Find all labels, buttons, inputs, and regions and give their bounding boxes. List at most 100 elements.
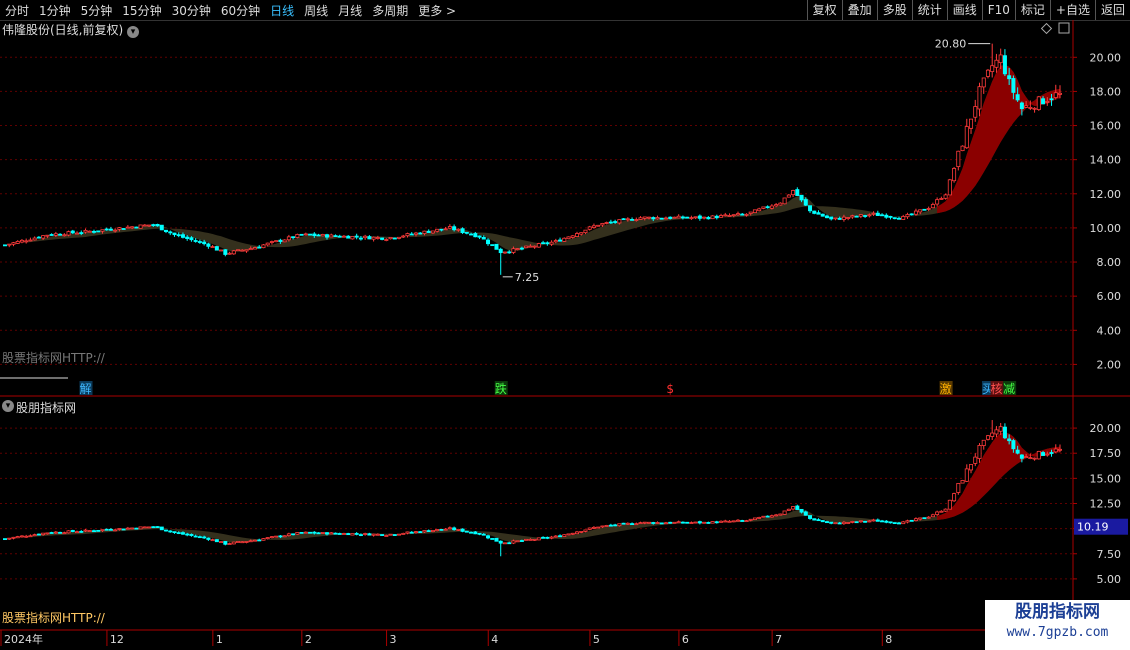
period-tab[interactable]: 更多 >	[413, 2, 461, 19]
pane2-candle-body	[358, 534, 363, 537]
pane2-candle-body	[79, 530, 84, 533]
period-tab[interactable]: 5分钟	[76, 2, 118, 19]
pane1-candle-body	[244, 249, 249, 252]
pane2-candle-body	[75, 531, 80, 534]
pane2-candle-body	[1002, 426, 1007, 439]
pane1-candle-body	[587, 226, 592, 230]
pane2-candle-body	[1032, 457, 1037, 460]
pane1-candle-body	[719, 215, 724, 218]
period-tab[interactable]: 月线	[333, 2, 367, 19]
period-tab[interactable]: 60分钟	[216, 2, 265, 19]
pane1-candle-body	[888, 215, 893, 218]
pane1-candle-body	[998, 54, 1003, 64]
pane2-candle-body	[655, 522, 660, 524]
period-tab[interactable]: 多周期	[367, 2, 413, 19]
pane2-candle-body	[939, 510, 944, 513]
pane1-candle-body	[236, 249, 241, 252]
pane2-candle-body	[562, 534, 567, 537]
pane2-candle-body	[1011, 440, 1016, 450]
pane2-candle-body	[1058, 448, 1063, 451]
pane1-candle-body	[320, 233, 325, 237]
pane2-candle-body	[541, 536, 546, 539]
pane2-candle-body	[723, 520, 728, 523]
pane1-candle-body	[1045, 101, 1050, 103]
pane1-candle-body	[702, 216, 707, 219]
pane1-y-tick-label: 18.00	[1090, 85, 1122, 98]
pane1-candle-body	[1058, 92, 1063, 95]
pane2-candle-body	[892, 522, 897, 524]
period-tab[interactable]: 30分钟	[167, 2, 216, 19]
pane1-candle-body	[108, 228, 113, 231]
pane2-candle-body	[392, 534, 397, 536]
pane2-candle-body	[1049, 452, 1054, 454]
pane2-ma-band	[5, 432, 1060, 543]
pane2-candle-body	[752, 517, 757, 521]
pane1-candle-body	[905, 214, 910, 218]
pane1-candle-body	[138, 224, 143, 229]
pane2-candle-body	[473, 531, 478, 535]
pane1-candle-body	[447, 226, 452, 229]
pane2-candle-body	[180, 532, 185, 535]
pane1-candle-body	[49, 234, 54, 236]
pane2-candle-body	[918, 517, 923, 520]
toolbar-button[interactable]: 返回	[1094, 0, 1130, 20]
period-tab[interactable]: 分时	[0, 2, 34, 19]
pane1-candle-body	[193, 240, 198, 242]
pane1-candle-body	[227, 252, 232, 255]
pane2-candle-body	[257, 539, 262, 542]
pane1-candle-body	[600, 222, 605, 226]
pane1-candle-body	[714, 215, 719, 219]
pane1-candle-body	[66, 231, 71, 236]
signal-marker: 解	[79, 382, 91, 396]
pane1-candle-body	[769, 205, 774, 209]
pane1-candle-body	[223, 249, 228, 255]
pane1-candle-body	[477, 235, 482, 238]
pane1-candle-body	[647, 216, 652, 219]
period-tab[interactable]: 日线	[265, 2, 299, 19]
pane1-candle-body	[261, 244, 266, 249]
toolbar-button[interactable]: 复权	[806, 0, 842, 20]
pane1-candle-body	[939, 198, 944, 200]
pane2-candle-body	[981, 439, 986, 446]
period-tab[interactable]: 1分钟	[34, 2, 76, 19]
pane2-candle-body	[854, 521, 859, 524]
pane2-candle-body	[858, 520, 863, 523]
toolbar-button[interactable]: 叠加	[841, 0, 877, 20]
pane1-candle-body	[634, 219, 639, 221]
pane2-candle-body	[799, 508, 804, 513]
pane1-candle-body	[566, 236, 571, 240]
pane1-candle-body	[354, 235, 359, 238]
pane1-candle-body	[663, 217, 668, 220]
toolbar-button[interactable]: F10	[981, 0, 1015, 20]
high-price-label: 20.80	[935, 38, 967, 51]
pane1-candle-body	[761, 206, 766, 209]
pane2-candle-body	[930, 514, 935, 518]
pane2-candle-body	[28, 535, 33, 538]
pane2-candle-body	[202, 536, 207, 539]
pane2-candle-body	[325, 532, 330, 535]
pane1-candle-body	[219, 249, 224, 252]
pane1-candle-body	[397, 236, 402, 239]
pane2-candle-body	[824, 521, 829, 524]
toolbar-button[interactable]: 画线	[946, 0, 982, 20]
toolbar-button[interactable]: 标记	[1014, 0, 1050, 20]
pane2-candle-body	[735, 519, 740, 522]
site-logo: 股朋指标网 www.7gpzb.com	[985, 600, 1130, 650]
toolbar-button[interactable]: 统计	[911, 0, 947, 20]
pane1-candle-body	[155, 223, 160, 227]
toolbar-button[interactable]: 多股	[876, 0, 912, 20]
chart-canvas[interactable]: 2.00 4.00 6.00 8.00 10.00 12.00 14.00 16.00 18.0…	[0, 20, 1130, 650]
pane1-candle-body	[19, 239, 24, 243]
toolbar-button[interactable]: +自选	[1049, 0, 1095, 20]
pane2-candle-body	[922, 517, 927, 520]
pane1-candle-body	[269, 241, 274, 243]
pane1-candle-body	[363, 235, 368, 239]
period-tab[interactable]: 周线	[299, 2, 333, 19]
low-price-label: 7.25	[515, 271, 540, 284]
signal-marker: 激	[940, 382, 952, 396]
pane2-candle-body	[625, 522, 630, 525]
pane2-candle-body	[901, 521, 906, 525]
pane1-candle-body	[850, 215, 855, 218]
pane2-candle-body	[286, 533, 291, 536]
period-tab[interactable]: 15分钟	[117, 2, 166, 19]
